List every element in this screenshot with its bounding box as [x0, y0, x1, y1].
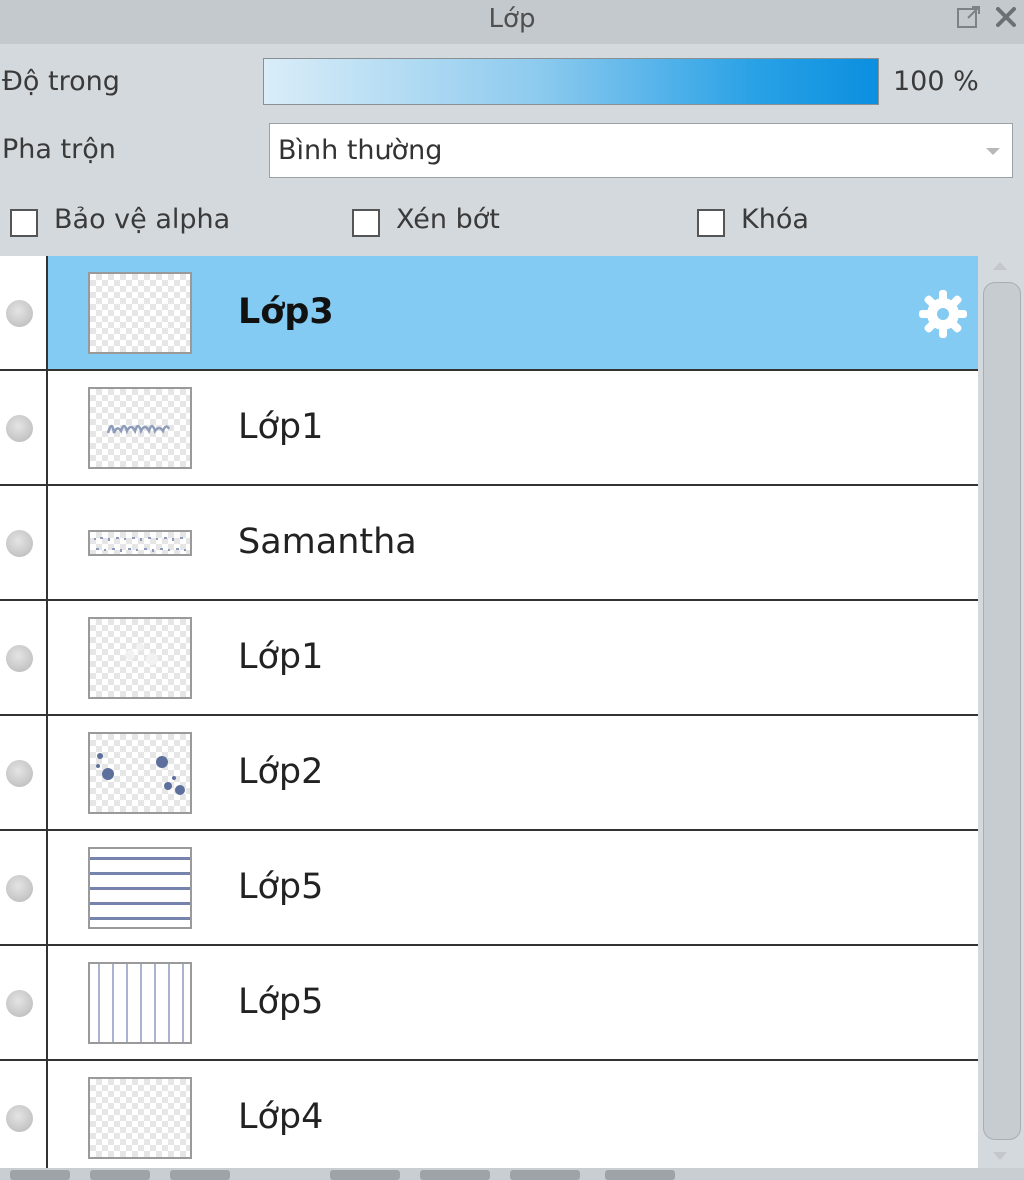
- clip-checkbox[interactable]: [352, 209, 380, 237]
- bottom-toolbar: [0, 1168, 1024, 1180]
- visibility-toggle[interactable]: [0, 716, 48, 829]
- layer-row[interactable]: Lớp5: [0, 946, 978, 1061]
- lock-checkbox[interactable]: [697, 209, 725, 237]
- scrollbar-thumb[interactable]: [983, 282, 1021, 1140]
- layer-row[interactable]: Samantha: [0, 486, 978, 601]
- visibility-toggle[interactable]: [0, 831, 48, 944]
- layer-thumbnail: [88, 847, 192, 929]
- scroll-down-arrow-icon[interactable]: [993, 1152, 1007, 1160]
- toolbar-button[interactable]: [90, 1170, 150, 1180]
- lock-label: Khóa: [741, 204, 809, 235]
- chevron-down-icon: [986, 148, 1000, 155]
- visibility-dot-icon[interactable]: [6, 530, 33, 557]
- visibility-dot-icon[interactable]: [6, 645, 33, 672]
- toolbar-button[interactable]: [10, 1170, 70, 1180]
- layer-row[interactable]: Lớp1: [0, 371, 978, 486]
- layer-row[interactable]: Lớp3: [0, 256, 978, 371]
- layer-thumbnail: [88, 530, 192, 556]
- opacity-value: 100 %: [893, 66, 979, 97]
- layer-row[interactable]: Lớp4: [0, 1061, 978, 1176]
- opacity-slider[interactable]: [263, 58, 879, 105]
- layer-thumbnail: [88, 272, 192, 354]
- layer-name: Lớp5: [238, 982, 324, 1022]
- layer-name: Lớp1: [238, 407, 324, 447]
- layer-list: Lớp3 Lớp1 Samantha Lớp1 Lớp2 Lớp5 Lớp5 L…: [0, 256, 978, 1180]
- panel-title: Lớp: [488, 4, 536, 34]
- protect-alpha-label: Bảo vệ alpha: [54, 204, 231, 235]
- visibility-dot-icon[interactable]: [6, 990, 33, 1017]
- popout-icon[interactable]: [955, 3, 983, 31]
- visibility-dot-icon[interactable]: [6, 1105, 33, 1132]
- clip-label: Xén bớt: [396, 204, 500, 235]
- protect-alpha-checkbox[interactable]: [10, 209, 38, 237]
- layer-name: Lớp4: [238, 1097, 324, 1137]
- opacity-label: Độ trong: [2, 66, 120, 97]
- visibility-toggle[interactable]: [0, 371, 48, 484]
- layer-thumbnail: [88, 617, 192, 699]
- scroll-up-arrow-icon[interactable]: [993, 262, 1007, 270]
- visibility-toggle[interactable]: [0, 946, 48, 1059]
- toolbar-button[interactable]: [510, 1170, 580, 1180]
- layer-name: Samantha: [238, 522, 417, 562]
- visibility-dot-icon[interactable]: [6, 760, 33, 787]
- toolbar-button[interactable]: [170, 1170, 230, 1180]
- blend-mode-value: Bình thường: [278, 135, 443, 166]
- layer-thumbnail: [88, 1077, 192, 1159]
- visibility-dot-icon[interactable]: [6, 300, 33, 327]
- layer-row[interactable]: Lớp2: [0, 716, 978, 831]
- visibility-dot-icon[interactable]: [6, 415, 33, 442]
- layer-thumbnail: [88, 387, 192, 469]
- visibility-toggle[interactable]: [0, 601, 48, 714]
- panel-titlebar: Lớp: [0, 0, 1024, 44]
- close-icon[interactable]: [992, 3, 1020, 31]
- layer-row[interactable]: Lớp1: [0, 601, 978, 716]
- visibility-toggle[interactable]: [0, 1061, 48, 1174]
- toolbar-button[interactable]: [330, 1170, 400, 1180]
- toolbar-button[interactable]: [420, 1170, 490, 1180]
- layer-name: Lớp3: [238, 292, 334, 332]
- blend-mode-label: Pha trộn: [2, 134, 116, 165]
- layer-thumbnail: [88, 732, 192, 814]
- layer-name: Lớp5: [238, 867, 324, 907]
- gear-icon[interactable]: [917, 288, 969, 340]
- blend-mode-select[interactable]: Bình thường: [269, 123, 1013, 178]
- visibility-dot-icon[interactable]: [6, 875, 33, 902]
- layer-name: Lớp1: [238, 637, 324, 677]
- visibility-toggle[interactable]: [0, 256, 48, 369]
- layer-thumbnail: [88, 962, 192, 1044]
- visibility-toggle[interactable]: [0, 486, 48, 599]
- layer-row[interactable]: Lớp5: [0, 831, 978, 946]
- toolbar-button[interactable]: [605, 1170, 675, 1180]
- layer-name: Lớp2: [238, 752, 324, 792]
